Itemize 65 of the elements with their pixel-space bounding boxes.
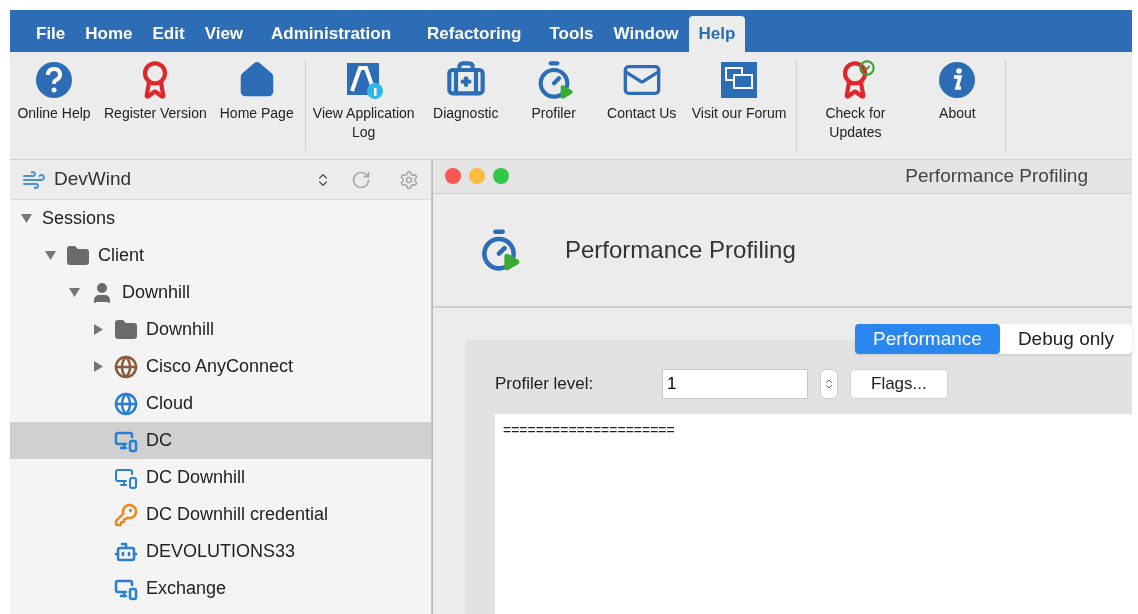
expanded-arrow-icon[interactable] [20,214,32,223]
tree-item-label: Client [98,244,145,267]
page-heading: Performance Profiling [565,234,796,265]
flags-button[interactable]: Flags... [850,369,948,399]
tree-item-label: DC Downhill credential [146,503,329,526]
help-icon [34,60,74,100]
ribbon-button[interactable]: View Application Log [305,60,422,142]
info-icon [937,60,978,100]
folder-icon [66,243,90,268]
expanded-arrow-icon[interactable] [44,251,56,260]
output-area[interactable]: ===================== [495,414,1132,614]
menu-tab[interactable]: Tools [539,16,604,52]
ribbon-button[interactable]: Profiler [509,60,598,123]
tree-item-label: Sessions [42,207,116,230]
globe-icon [114,354,138,379]
segment[interactable]: Debug only [999,324,1132,354]
tree-item-label: Downhill [122,281,191,304]
tree-item-label: DEVOLUTIONS33 [146,540,296,563]
segment[interactable]: Performance [855,324,1000,354]
collapsed-arrow-icon[interactable] [93,324,103,335]
ribbon-button[interactable]: Check for Updates [797,60,914,142]
menu-tab[interactable]: Refactoring [417,16,532,52]
menu-tab[interactable]: Edit [142,16,195,52]
menu-tab[interactable]: View [194,16,254,52]
profiler-level-label: Profiler level: [495,373,595,396]
tree-item[interactable]: Exchange [10,570,431,607]
ribbon-button[interactable]: Contact Us [597,60,686,123]
vault-name: DevWind [54,167,133,192]
chat-bubbles-icon [719,60,760,100]
tree-item-label: DC [146,429,172,452]
tree-item-label: Cisco AnyConnect [146,355,294,378]
tree-item-label: Cloud [146,392,194,415]
ribbon-button[interactable]: Diagnostic [421,60,510,123]
window-title: Performance Profiling [905,164,1089,189]
tree-item[interactable]: DC Downhill credential [10,496,431,533]
folder-icon [114,317,138,342]
tree-item[interactable]: DC [10,422,431,459]
close-window-icon[interactable] [445,168,461,185]
menu-tab[interactable]: File [26,16,76,52]
tree-item[interactable]: Cisco AnyConnect [10,348,431,385]
ribbon-button[interactable]: Register Version [98,60,213,123]
tree-item[interactable]: Cloud [10,385,431,422]
key-icon [114,502,138,527]
menu-tab[interactable]: Administration [261,16,402,52]
ribbon-button[interactable]: Visit our Forum [685,60,793,123]
ribbon-button[interactable]: Home Page [212,60,301,123]
output-text: ===================== [503,422,675,438]
tree-item-label: Exchange [146,577,227,600]
tree-item[interactable]: DEVOLUTIONS33 [10,533,431,570]
stepper[interactable] [820,369,838,399]
tree-item[interactable]: Client [10,237,431,274]
ribbon-button[interactable]: About [913,60,1002,123]
tree-item[interactable]: Sessions [10,200,431,237]
tree-item-label: Downhill [146,318,215,341]
tree-item[interactable]: Downhill [10,274,431,311]
ribbon-button[interactable]: Online Help [10,60,98,123]
expanded-arrow-icon[interactable] [68,288,80,297]
tree-item[interactable]: Downhill [10,311,431,348]
menu-tab[interactable]: Home [75,16,143,52]
menu-tab[interactable]: Help [688,16,746,52]
collapsed-arrow-icon[interactable] [93,361,103,372]
tree-item[interactable]: DC Downhill [10,459,431,496]
menu-tab[interactable]: Window [603,16,689,52]
profiler-level-field[interactable]: 1 [662,369,808,399]
tree-item-label: DC Downhill [146,466,246,489]
